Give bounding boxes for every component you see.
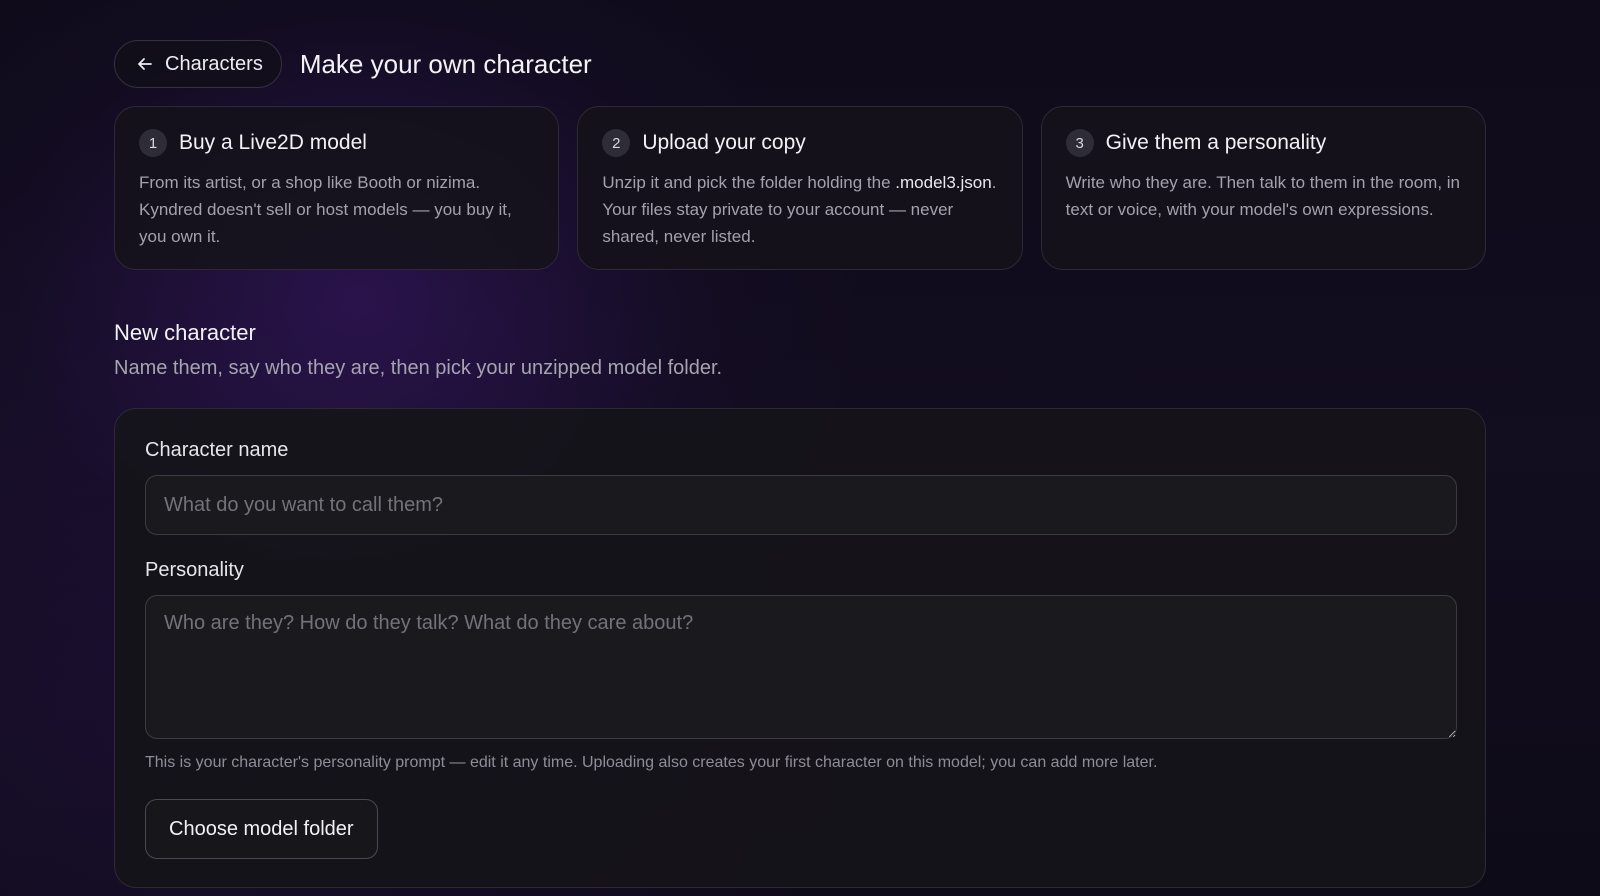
steps-row: 1 Buy a Live2D model From its artist, or… — [114, 106, 1486, 270]
step-title: Give them a personality — [1105, 131, 1327, 154]
new-character-form: Character name Personality This is your … — [114, 408, 1486, 888]
page-header: Characters Make your own character — [114, 40, 592, 88]
step-description: Unzip it and pick the folder holding the… — [602, 169, 997, 250]
character-name-label: Character name — [145, 439, 289, 461]
step-card-personality: 3 Give them a personality Write who they… — [1040, 106, 1486, 270]
step-description: From its artist, or a shop like Booth or… — [139, 169, 534, 250]
step-header: 2 Upload your copy — [602, 129, 997, 157]
personality-label: Personality — [145, 559, 244, 581]
step-description: Write who they are. Then talk to them in… — [1066, 169, 1461, 223]
new-character-subtitle: Name them, say who they are, then pick y… — [114, 357, 723, 379]
new-character-heading: New character — [114, 320, 256, 345]
step-description-text: Write who they are. Then talk to them in… — [1065, 173, 1460, 219]
step-card-upload: 2 Upload your copy Unzip it and pick the… — [577, 106, 1023, 270]
step-header: 1 Buy a Live2D model — [139, 129, 534, 157]
arrow-left-icon — [135, 54, 155, 74]
personality-help-text: This is your character's personality pro… — [145, 754, 1158, 771]
character-name-input[interactable] — [145, 475, 1457, 535]
step-card-buy: 1 Buy a Live2D model From its artist, or… — [114, 106, 560, 270]
step-title: Upload your copy — [642, 131, 806, 154]
back-button-label: Characters — [165, 52, 263, 75]
step-description-text: From its artist, or a shop like Booth or… — [139, 173, 512, 246]
step-number-badge: 1 — [139, 129, 167, 157]
model-file-name: .model3.json — [895, 173, 992, 192]
step-number-badge: 3 — [1065, 129, 1094, 157]
page-title: Make your own character — [299, 48, 592, 79]
step-header: 3 Give them a personality — [1065, 129, 1461, 157]
step-title: Buy a Live2D model — [179, 131, 367, 154]
step-description-text: Unzip it and pick the folder holding the — [602, 173, 896, 192]
choose-model-folder-button[interactable]: Choose model folder — [145, 799, 378, 859]
step-number-badge: 2 — [602, 129, 631, 157]
back-to-characters-button[interactable]: Characters — [114, 40, 282, 88]
personality-textarea[interactable] — [145, 595, 1457, 739]
